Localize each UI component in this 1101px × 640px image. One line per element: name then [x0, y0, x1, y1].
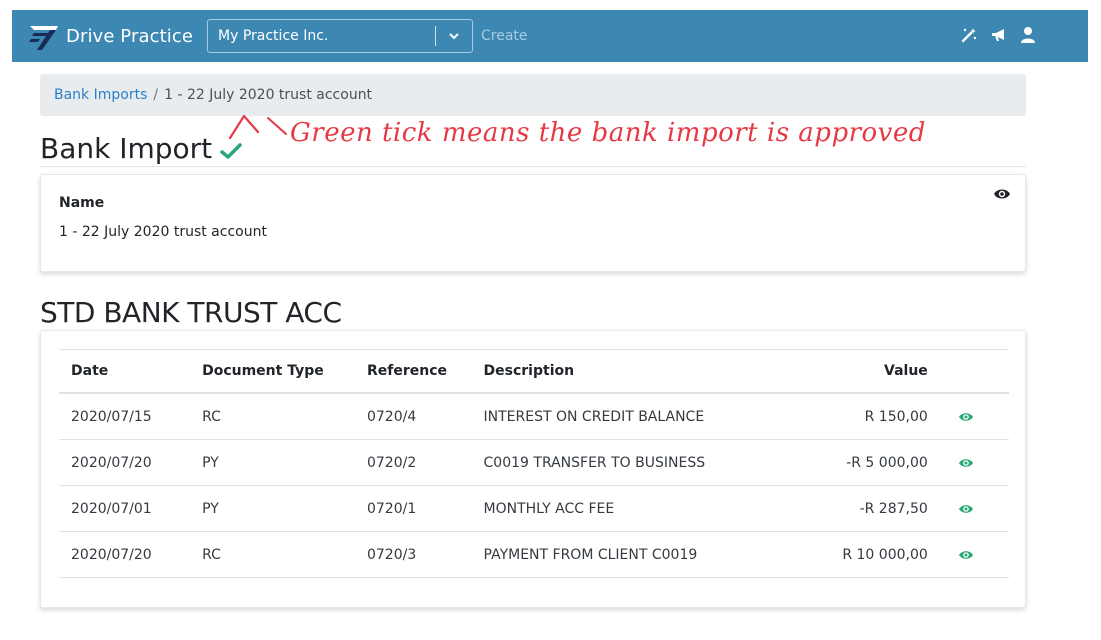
chevron-down-icon[interactable] — [444, 26, 464, 46]
details-card: Name 1 - 22 July 2020 trust account — [40, 174, 1026, 272]
breadcrumb-current: 1 - 22 July 2020 trust account — [164, 87, 373, 103]
column-header-description: Description — [483, 363, 575, 379]
cell-document-type: PY — [190, 485, 355, 532]
cell-actions — [939, 393, 1009, 440]
cell-reference: 0720/2 — [354, 439, 472, 486]
transactions-table: Date Document Type Reference Description… — [59, 349, 1009, 578]
cell-date: 2020/07/20 — [59, 439, 191, 486]
cell-actions — [939, 531, 1009, 578]
approval-annotation: Green tick means the bank import is appr… — [290, 118, 926, 148]
cell-date: 2020/07/15 — [59, 393, 191, 440]
top-navbar: Drive Practice My Practice Inc. Create — [12, 10, 1088, 62]
cell-value: -R 287,50 — [788, 485, 940, 532]
breadcrumb: Bank Imports / 1 - 22 July 2020 trust ac… — [40, 74, 1026, 116]
eye-icon[interactable] — [958, 503, 974, 515]
table-row[interactable]: 2020/07/20 RC 0720/3 PAYMENT FROM CLIENT… — [59, 531, 1009, 578]
eye-icon[interactable] — [958, 457, 974, 469]
cell-reference: 0720/3 — [354, 531, 472, 578]
megaphone-icon[interactable] — [990, 26, 1008, 44]
eye-icon[interactable] — [958, 411, 974, 423]
title-divider — [40, 166, 1026, 167]
cell-description: MONTHLY ACC FEE — [471, 485, 789, 532]
company-select[interactable]: My Practice Inc. — [207, 19, 474, 53]
column-header-value: Value — [884, 363, 928, 379]
transactions-card: Date Document Type Reference Description… — [40, 330, 1026, 608]
cell-description: C0019 TRANSFER TO BUSINESS — [471, 439, 789, 486]
navbar-icons — [960, 26, 1036, 44]
column-header-actions — [940, 350, 1009, 394]
cell-document-type: RC — [190, 531, 355, 578]
company-select-value: My Practice Inc. — [218, 28, 329, 44]
table-header-row: Date Document Type Reference Description… — [59, 349, 1009, 394]
cell-actions — [939, 439, 1009, 486]
page-title: Bank Import — [40, 132, 242, 165]
name-value: 1 - 22 July 2020 trust account — [59, 224, 267, 240]
cell-description: PAYMENT FROM CLIENT C0019 — [471, 531, 789, 578]
brand[interactable]: Drive Practice — [28, 20, 193, 52]
table-row[interactable]: 2020/07/15 RC 0720/4 INTEREST ON CREDIT … — [59, 393, 1009, 440]
cell-value: -R 5 000,00 — [788, 439, 940, 486]
cell-value: R 10 000,00 — [788, 531, 940, 578]
cell-date: 2020/07/01 — [59, 485, 191, 532]
breadcrumb-separator: / — [153, 87, 159, 103]
user-icon[interactable] — [1020, 26, 1036, 44]
drive-practice-logo-icon — [29, 26, 58, 50]
cell-document-type: RC — [190, 393, 355, 440]
cell-reference: 0720/1 — [354, 485, 472, 532]
column-header-document-type: Document Type — [202, 363, 324, 379]
column-header-date: Date — [71, 363, 109, 379]
cell-document-type: PY — [190, 439, 355, 486]
name-label: Name — [59, 195, 105, 211]
cell-reference: 0720/4 — [354, 393, 472, 440]
cell-date: 2020/07/20 — [59, 531, 191, 578]
table-row[interactable]: 2020/07/01 PY 0720/1 MONTHLY ACC FEE -R … — [59, 485, 1009, 532]
magic-wand-icon[interactable] — [960, 26, 978, 44]
table-row[interactable]: 2020/07/20 PY 0720/2 C0019 TRANSFER TO B… — [59, 439, 1009, 486]
eye-icon[interactable] — [993, 187, 1011, 201]
eye-icon[interactable] — [958, 549, 974, 561]
cell-description: INTEREST ON CREDIT BALANCE — [471, 393, 789, 440]
create-link[interactable]: Create — [481, 28, 528, 44]
page-title-text: Bank Import — [40, 132, 213, 165]
annotation-arrow-icon — [228, 114, 287, 140]
breadcrumb-bank-imports-link[interactable]: Bank Imports — [54, 87, 147, 103]
column-header-reference: Reference — [366, 363, 447, 379]
brand-name: Drive Practice — [66, 25, 194, 47]
cell-value: R 150,00 — [788, 393, 940, 440]
account-title: STD BANK TRUST ACC — [40, 296, 342, 329]
select-divider — [435, 26, 437, 46]
cell-actions — [939, 485, 1009, 532]
